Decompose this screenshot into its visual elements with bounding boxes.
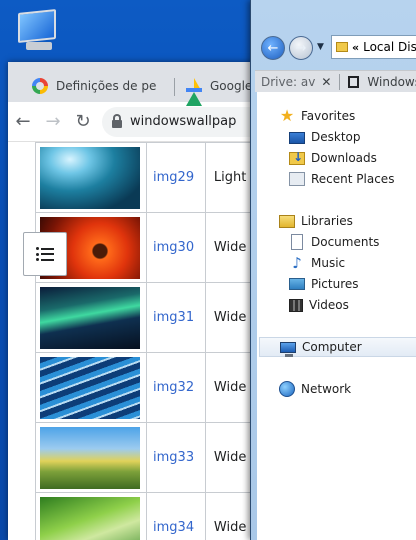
table-row: img34 Wide — [34, 492, 260, 540]
list-icon — [36, 247, 54, 261]
wallpaper-thumbnail[interactable] — [40, 286, 140, 349]
table-row: img29 Light — [34, 142, 260, 213]
nav-downloads[interactable]: Downloads — [289, 148, 377, 168]
reload-button[interactable]: ↻ — [68, 107, 98, 137]
table-row: img31 Wide — [34, 282, 260, 353]
table-row: img30 Wide — [34, 212, 260, 283]
star-icon: ★ — [279, 106, 295, 125]
google-drive-icon — [186, 78, 202, 106]
recent-pages-dropdown[interactable]: ▼ — [317, 42, 324, 52]
arrow-right-icon: → — [45, 111, 61, 132]
nav-documents[interactable]: Documents — [289, 232, 379, 252]
tab-title[interactable]: Windows — [367, 75, 416, 89]
back-button[interactable]: ← — [261, 36, 285, 60]
arrow-left-icon: ← — [267, 40, 279, 56]
nav-favorites[interactable]: ★ Favorites — [279, 106, 355, 126]
tab-title[interactable]: Drive: av — [255, 75, 315, 89]
nav-computer[interactable]: Computer — [259, 337, 416, 357]
image-name-link[interactable]: img31 — [146, 282, 206, 353]
chrome-window: Definições de pe Google ← → ↻ windowswal… — [8, 62, 260, 540]
nav-pictures[interactable]: Pictures — [289, 274, 359, 294]
table-of-contents-button[interactable] — [23, 232, 67, 276]
monitor-icon — [18, 9, 56, 43]
folder-icon — [336, 42, 348, 52]
chrome-tab-row: Drive: av ✕ Windows — [255, 70, 416, 92]
tab-title: Google — [210, 79, 253, 93]
wallpaper-thumbnail[interactable] — [40, 496, 140, 540]
arrow-left-icon: ← — [15, 111, 31, 132]
network-icon — [279, 381, 295, 397]
explorer-address-bar[interactable]: « Local Dis — [331, 35, 416, 59]
table-row: img33 Wide — [34, 422, 260, 493]
browser-toolbar: ← → ↻ windowswallpap — [8, 102, 260, 142]
nav-music[interactable]: ♪ Music — [289, 253, 345, 273]
libraries-icon — [279, 214, 295, 228]
close-icon[interactable]: ✕ — [321, 75, 331, 89]
desktop-icon — [289, 132, 305, 144]
chevron-down-icon: ▼ — [317, 42, 324, 52]
image-name-link[interactable]: img29 — [146, 142, 206, 213]
reload-icon: ↻ — [75, 111, 91, 132]
url-text: windowswallpap — [130, 114, 237, 129]
address-text: Local Dis — [363, 40, 416, 54]
tab-title: Definições de pe — [56, 79, 157, 93]
downloads-icon — [289, 150, 305, 165]
tab-definicoes[interactable]: Definições de pe — [16, 70, 166, 102]
lock-icon — [112, 113, 122, 128]
navigation-pane: ★ Favorites Desktop Downloads Recent Pla… — [257, 92, 416, 540]
nav-network[interactable]: Network — [279, 379, 351, 399]
wallpaper-table: img29 Light img30 Wide img31 Wide img32 … — [34, 142, 260, 540]
breadcrumb-chevron[interactable]: « — [352, 41, 359, 54]
forward-button[interactable]: → — [289, 36, 313, 60]
documents-icon — [291, 234, 303, 250]
tab-strip: Definições de pe Google — [8, 62, 260, 106]
nav-videos[interactable]: Videos — [289, 295, 349, 315]
image-name-link[interactable]: img30 — [146, 212, 206, 283]
computer-icon — [280, 342, 296, 357]
image-name-link[interactable]: img33 — [146, 422, 206, 493]
nav-desktop[interactable]: Desktop — [289, 127, 361, 147]
table-row: img32 Wide — [34, 352, 260, 423]
tab-google[interactable]: Google — [170, 70, 260, 106]
wallpaper-thumbnail[interactable] — [40, 146, 140, 209]
nav-recent-places[interactable]: Recent Places — [289, 169, 394, 189]
pictures-icon — [289, 278, 305, 290]
wallpaper-thumbnail[interactable] — [40, 426, 140, 489]
image-name-link[interactable]: img34 — [146, 492, 206, 540]
address-bar[interactable]: windowswallpap — [102, 106, 260, 137]
windows-site-icon — [348, 75, 360, 88]
videos-icon — [289, 298, 303, 312]
nav-libraries[interactable]: Libraries — [279, 211, 353, 231]
back-button[interactable]: ← — [8, 107, 38, 137]
explorer-header: Drive: av ✕ Windows ← → ▼ « Local Dis — [251, 0, 416, 92]
arrow-right-icon: → — [295, 40, 307, 56]
page-content: img29 Light img30 Wide img31 Wide img32 … — [8, 142, 260, 540]
music-icon: ♪ — [292, 254, 302, 272]
google-icon — [32, 78, 48, 94]
wallpaper-thumbnail[interactable] — [40, 356, 140, 419]
forward-button[interactable]: → — [38, 107, 68, 137]
recent-places-icon — [289, 172, 305, 186]
image-name-link[interactable]: img32 — [146, 352, 206, 423]
computer-desktop-icon[interactable] — [14, 8, 62, 56]
explorer-window: Drive: av ✕ Windows ← → ▼ « Local Dis ★ … — [250, 0, 416, 540]
